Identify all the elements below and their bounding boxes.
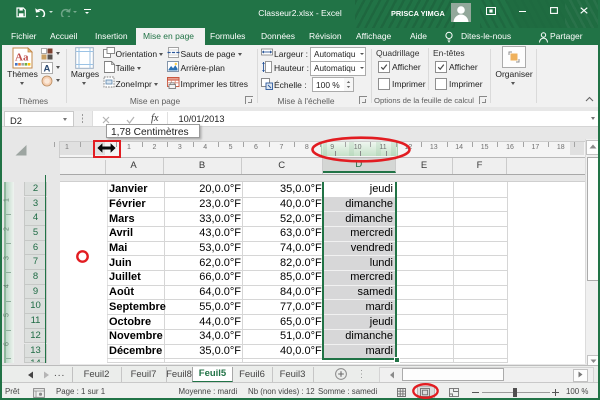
svg-text:A: A [44, 63, 51, 74]
svg-text:Aa: Aa [15, 52, 29, 64]
